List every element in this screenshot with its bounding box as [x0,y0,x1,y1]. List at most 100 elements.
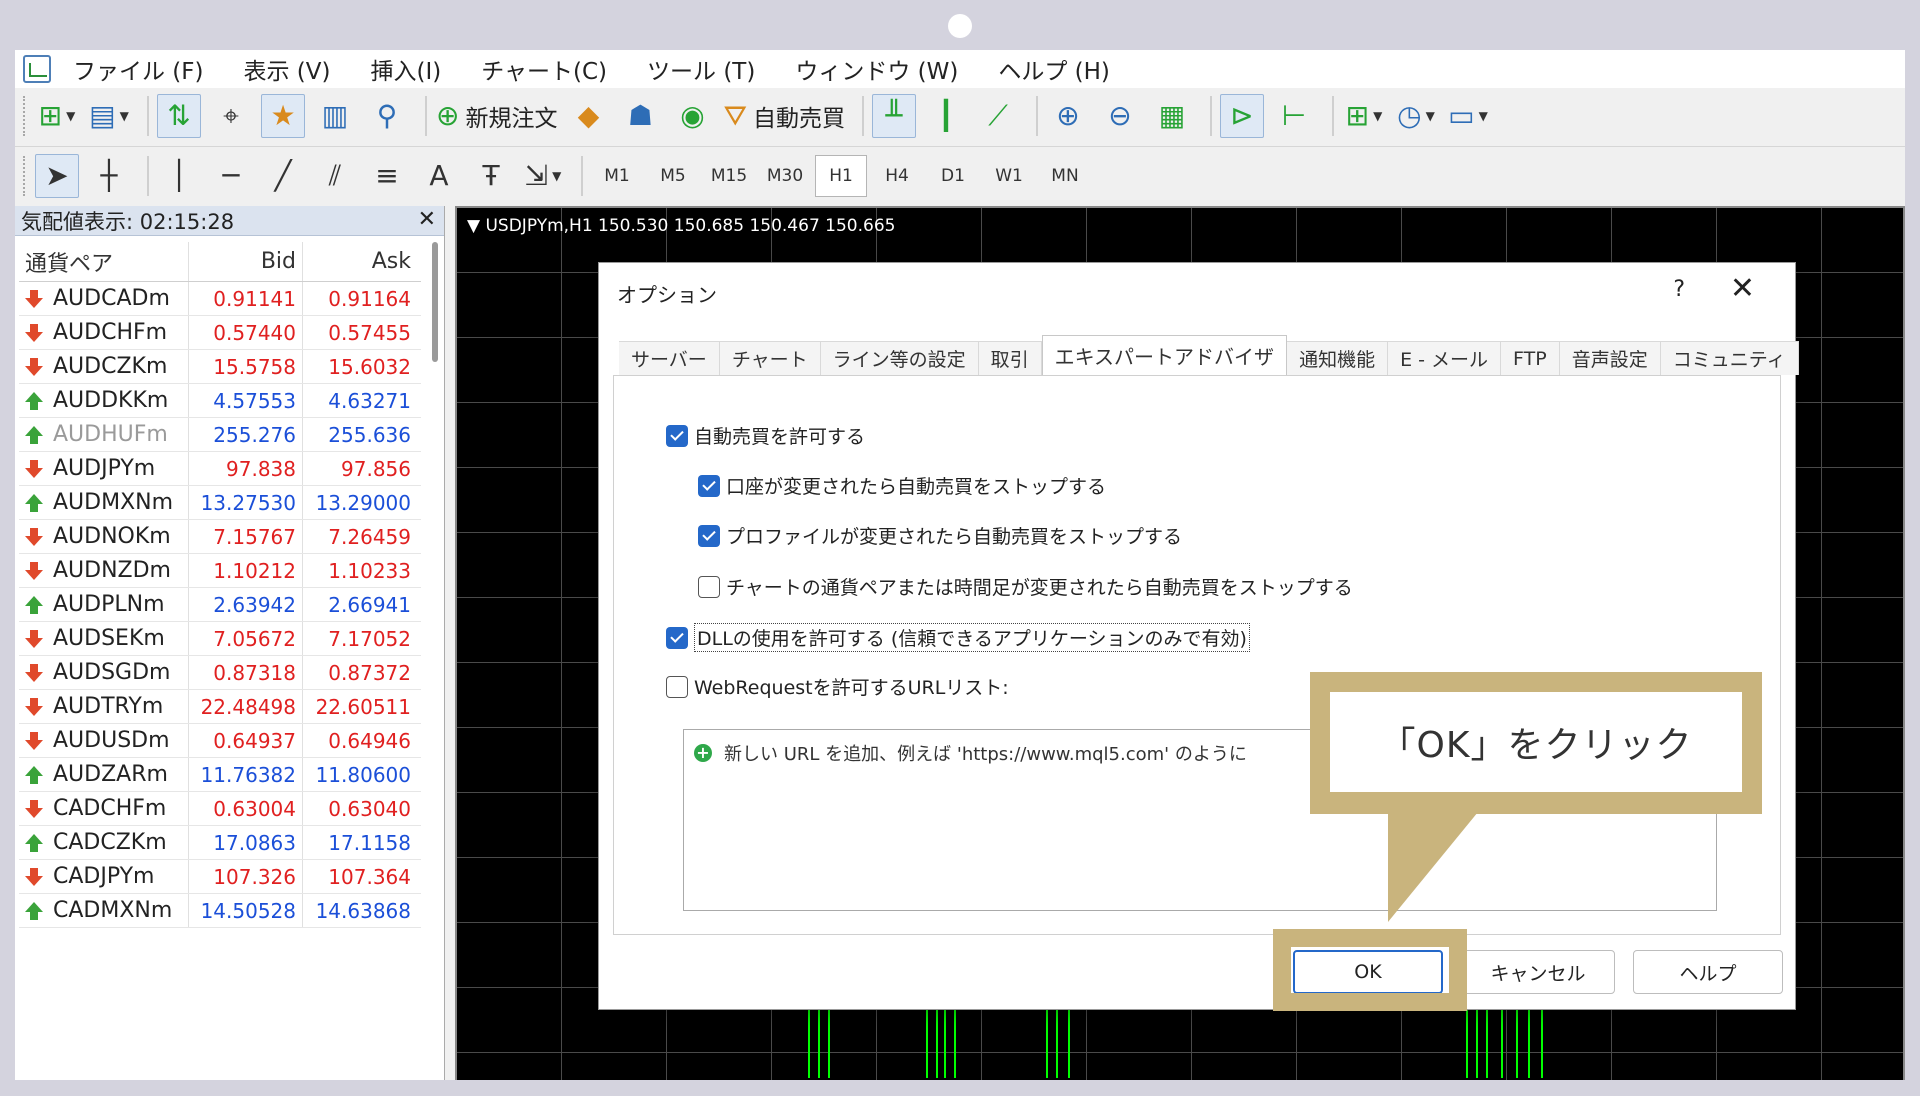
market-watch-toggle[interactable]: ⇅ [157,94,201,138]
profiles-button[interactable]: ▤ ▼ [87,94,131,138]
help-icon[interactable]: ? [1673,277,1685,302]
tab-ftp[interactable]: FTP [1501,341,1560,375]
terminal-button[interactable]: ▥ [313,94,357,138]
timeframe-mn[interactable]: MN [1039,155,1091,197]
text-label-button[interactable]: Ŧ [469,154,513,198]
table-row[interactable]: CADMXNm 14.50528 14.63868 [19,894,421,928]
new-chart-button[interactable]: ⊞ ▼ [35,94,79,138]
option-stop-on-account-change[interactable]: 口座が変更されたら自動売買をストップする [698,472,1106,499]
timeframe-m1[interactable]: M1 [591,155,643,197]
auto-trading-button[interactable]: ⛛ 自動売買 [722,94,846,138]
table-row[interactable]: AUDCADm 0.91141 0.91164 [19,282,421,316]
tab-chart[interactable]: チャート [719,341,821,375]
tab-sounds[interactable]: 音声設定 [1559,341,1661,375]
vertical-line-button[interactable]: │ [157,154,201,198]
zoom-out-button[interactable]: ⊖ [1098,94,1142,138]
tab-expert-advisors[interactable]: エキスパートアドバイザ [1041,335,1288,375]
data-window-button[interactable]: ⌖ [209,94,253,138]
table-row[interactable]: AUDJPYm 97.838 97.856 [19,452,421,486]
tab-notifications[interactable]: 通知機能 [1287,341,1389,375]
checkbox-unchecked[interactable] [666,675,688,698]
table-row[interactable]: AUDNOKm 7.15767 7.26459 [19,520,421,554]
tab-server[interactable]: サーバー [619,341,720,375]
tab-objects[interactable]: ライン等の設定 [820,341,979,375]
table-row[interactable]: AUDDKKm 4.57553 4.63271 [19,384,421,418]
option-allow-auto-trading[interactable]: 自動売買を許可する [666,422,865,449]
line-chart-button[interactable]: ⟋ [976,94,1020,138]
cursor-button[interactable]: ➤ [35,153,79,198]
option-stop-on-profile-change[interactable]: プロファイルが変更されたら自動売買をストップする [698,522,1182,549]
equidistant-channel-button[interactable]: ⫽ [313,154,357,198]
scrollbar[interactable] [432,242,438,362]
menu-window[interactable]: ウィンドウ (W) [795,52,958,86]
timeframe-m15[interactable]: M15 [703,155,755,197]
menu-tools[interactable]: ツール (T) [647,52,755,86]
metaeditor-button[interactable]: ◆ [566,94,610,138]
tab-email[interactable]: E - メール [1388,341,1502,375]
table-row[interactable]: AUDSGDm 0.87318 0.87372 [19,656,421,690]
table-row[interactable]: CADCHFm 0.63004 0.63040 [19,792,421,826]
toolbar-grip[interactable] [23,96,27,136]
timeframe-m5[interactable]: M5 [647,155,699,197]
tab-community[interactable]: コミュニティ [1660,341,1799,375]
close-icon[interactable]: ✕ [1730,271,1755,306]
option-allow-dll-imports[interactable]: DLLの使用を許可する (信頼できるアプリケーションのみで有効) [666,623,1250,652]
templates-button[interactable]: ▭ ▼ [1446,94,1490,138]
timeframe-h4[interactable]: H4 [871,155,923,197]
tile-windows-button[interactable]: ▦ [1150,94,1194,138]
table-row[interactable]: AUDCZKm 15.5758 15.6032 [19,350,421,384]
menu-insert[interactable]: 挿入(I) [371,52,442,86]
trendline-button[interactable]: ╱ [261,154,305,198]
checkbox-unchecked[interactable] [698,575,720,598]
text-button[interactable]: A [417,154,461,198]
indicators-button[interactable]: ⊞ ▼ [1342,94,1386,138]
column-header-bid[interactable]: Bid [189,242,303,281]
timeframe-d1[interactable]: D1 [927,155,979,197]
table-row[interactable]: AUDSEKm 7.05672 7.17052 [19,622,421,656]
table-row[interactable]: AUDMXNm 13.27530 13.29000 [19,486,421,520]
signals-button[interactable]: ☗ [618,94,662,138]
menu-view[interactable]: 表示 (V) [244,52,331,86]
table-row[interactable]: AUDCHFm 0.57440 0.57455 [19,316,421,350]
add-url-row[interactable]: + 新しい URL を追加、例えば 'https://www.mql5.com'… [694,740,1247,766]
timeframe-w1[interactable]: W1 [983,155,1035,197]
option-stop-on-symbol-change[interactable]: チャートの通貨ペアまたは時間足が変更されたら自動売買をストップする [698,573,1353,600]
toolbar-grip[interactable] [23,155,27,196]
horizontal-line-button[interactable]: ─ [209,154,253,198]
periods-button[interactable]: ◷ ▼ [1394,94,1438,138]
table-row[interactable]: CADCZKm 17.0863 17.1158 [19,826,421,860]
column-header-symbol[interactable]: 通貨ペア [19,242,189,281]
auto-scroll-button[interactable]: ⊳ [1220,94,1264,138]
arrows-button[interactable]: ⇲ ▼ [521,154,565,198]
table-row[interactable]: AUDNZDm 1.10212 1.10233 [19,554,421,588]
crosshair-button[interactable]: ┼ [87,154,131,198]
menu-file[interactable]: ファイル (F) [73,52,204,86]
table-row[interactable]: CADJPYm 107.326 107.364 [19,860,421,894]
checkbox-checked[interactable] [698,474,720,497]
checkbox-checked[interactable] [666,626,688,649]
chart-shift-button[interactable]: ⊢ [1272,94,1316,138]
table-row[interactable]: AUDPLNm 2.63942 2.66941 [19,588,421,622]
cancel-button[interactable]: キャンセル [1461,950,1615,994]
close-icon[interactable]: ✕ [418,207,436,232]
option-allow-webrequest[interactable]: WebRequestを許可するURLリスト: [666,673,1009,700]
table-row[interactable]: AUDTRYm 22.48498 22.60511 [19,690,421,724]
new-order-button[interactable]: ⊕ 新規注文 [435,94,558,138]
market-button[interactable]: ◉ [670,94,714,138]
bar-chart-button[interactable]: ╨ [872,94,916,138]
column-header-ask[interactable]: Ask [303,242,417,281]
zoom-in-button[interactable]: ⊕ [1046,94,1090,138]
timeframe-m30[interactable]: M30 [759,155,811,197]
tab-trade[interactable]: 取引 [978,341,1042,375]
help-button[interactable]: ヘルプ [1633,950,1783,994]
timeframe-h1[interactable]: H1 [815,154,867,197]
menu-chart[interactable]: チャート(C) [481,52,607,86]
strategy-tester-button[interactable]: ⚲ [365,94,409,138]
menu-help[interactable]: ヘルプ (H) [998,52,1110,86]
checkbox-checked[interactable] [666,424,688,447]
table-row[interactable]: AUDHUFm 255.276 255.636 [19,418,421,452]
fibonacci-button[interactable]: ≡ [365,154,409,198]
checkbox-checked[interactable] [698,524,720,547]
table-row[interactable]: AUDUSDm 0.64937 0.64946 [19,724,421,758]
candlestick-button[interactable]: ┃ [924,94,968,138]
